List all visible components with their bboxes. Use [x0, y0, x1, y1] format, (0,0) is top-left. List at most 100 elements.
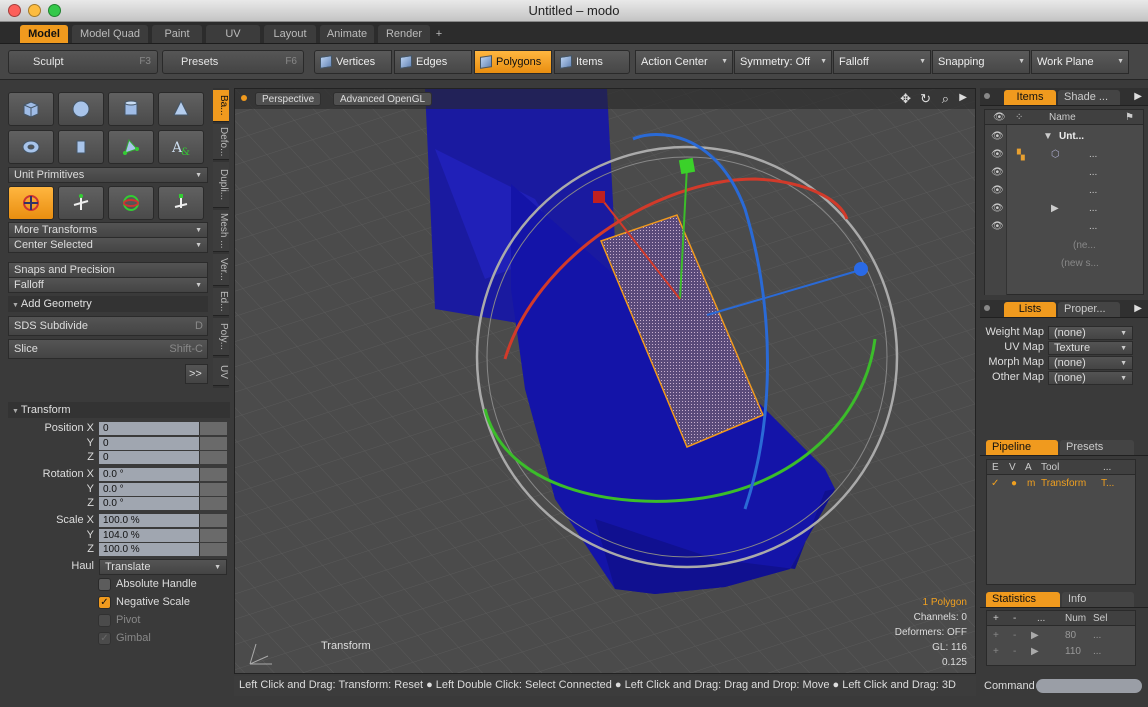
sculpt-button[interactable]: Sculpt F3: [8, 50, 158, 74]
position-z-stepper[interactable]: [199, 451, 227, 464]
haul-dropdown[interactable]: Translate: [99, 559, 227, 575]
snapping-dropdown[interactable]: Snapping: [932, 50, 1030, 74]
add-tab-button[interactable]: +: [432, 25, 446, 43]
stats-sel-header[interactable]: Sel: [1093, 613, 1107, 624]
zoom-icon[interactable]: ⌕: [942, 91, 949, 107]
tab-statistics[interactable]: Statistics: [986, 592, 1060, 607]
cube-primitive-button[interactable]: [8, 92, 54, 126]
work-plane-dropdown[interactable]: Work Plane: [1031, 50, 1129, 74]
tab-animate[interactable]: Animate: [320, 25, 374, 43]
snaps-precision-button[interactable]: Snaps and Precision: [8, 262, 208, 278]
unit-primitives-dropdown[interactable]: Unit Primitives: [8, 167, 208, 183]
viewport-expand-icon[interactable]: ▶: [959, 92, 967, 103]
rotate-view-icon[interactable]: ↻: [920, 91, 931, 107]
visibility-toggle-icon[interactable]: 👁: [991, 149, 1004, 160]
text-tool-button[interactable]: A &: [158, 130, 204, 164]
position-z-field[interactable]: 0: [99, 451, 199, 464]
tab-deform[interactable]: Defo...: [213, 124, 229, 160]
shading-mode-button[interactable]: Advanced OpenGL: [333, 92, 433, 106]
tab-pipeline-presets[interactable]: Presets: [1060, 440, 1134, 455]
visible-column-header[interactable]: V: [1009, 462, 1016, 473]
stats-num-header[interactable]: Num: [1065, 613, 1086, 624]
tab-items[interactable]: Items: [1004, 90, 1056, 105]
camera-item[interactable]: ...: [1089, 185, 1097, 196]
scene-item[interactable]: Unt...: [1059, 131, 1084, 142]
tab-shade[interactable]: Shade ...: [1058, 90, 1120, 105]
perspective-view-button[interactable]: Perspective: [255, 92, 322, 106]
visibility-toggle-icon[interactable]: 👁: [991, 131, 1004, 142]
camera-item[interactable]: ...: [1089, 167, 1097, 178]
falloff-left-dropdown[interactable]: Falloff: [8, 277, 208, 293]
add-geometry-header[interactable]: Add Geometry: [8, 296, 208, 312]
sds-subdivide-button[interactable]: SDS Subdivide D: [8, 316, 208, 336]
more-transforms-dropdown[interactable]: More Transforms: [8, 222, 208, 238]
stats-remove-icon[interactable]: -: [1013, 646, 1016, 657]
presets-button[interactable]: Presets F6: [162, 50, 304, 74]
position-x-stepper[interactable]: [199, 422, 227, 435]
morph-map-dropdown[interactable]: (none): [1048, 356, 1133, 370]
rotation-y-field[interactable]: 0.0 °: [99, 483, 199, 496]
sphere-primitive-button[interactable]: [58, 92, 104, 126]
tab-uv[interactable]: UV: [206, 25, 260, 43]
scale-z-stepper[interactable]: [199, 543, 227, 556]
tab-edge[interactable]: Ed...: [213, 288, 229, 316]
name-column-header[interactable]: Name: [1049, 112, 1076, 123]
capsule-primitive-button[interactable]: [58, 130, 104, 164]
pivot-checkbox[interactable]: [98, 614, 111, 627]
expand-arrow-icon[interactable]: ▼: [1043, 131, 1053, 142]
z-axis-sphere[interactable]: [854, 262, 868, 276]
scale-y-stepper[interactable]: [199, 529, 227, 542]
stats-type-header[interactable]: ...: [1037, 613, 1045, 624]
scale-y-field[interactable]: 104.0 %: [99, 529, 199, 542]
stats-add-header[interactable]: +: [993, 613, 999, 624]
negative-scale-checkbox[interactable]: ✓: [98, 596, 111, 609]
symmetry-dropdown[interactable]: Symmetry: Off: [734, 50, 832, 74]
tab-model[interactable]: Model: [20, 25, 68, 43]
transform-header[interactable]: Transform: [8, 402, 230, 418]
visible-dot-icon[interactable]: ●: [1011, 478, 1017, 489]
absolute-handle-checkbox[interactable]: [98, 578, 111, 591]
tab-uv-tools[interactable]: UV: [213, 358, 229, 386]
lists-panel-menu-dot[interactable]: [984, 305, 990, 311]
edges-mode-button[interactable]: Edges: [394, 50, 472, 74]
other-map-dropdown[interactable]: (none): [1048, 371, 1133, 385]
visibility-toggle-icon[interactable]: 👁: [991, 221, 1004, 232]
weight-map-dropdown[interactable]: (none): [1048, 326, 1133, 340]
position-x-field[interactable]: 0: [99, 422, 199, 435]
y-axis-cube[interactable]: [678, 157, 696, 175]
tab-info[interactable]: Info: [1062, 592, 1134, 607]
falloff-dropdown[interactable]: Falloff: [833, 50, 931, 74]
tab-properties[interactable]: Proper...: [1058, 302, 1120, 317]
enable-check-icon[interactable]: ✓: [991, 478, 999, 489]
tab-duplicate[interactable]: Dupli...: [213, 162, 229, 208]
enable-column-header[interactable]: E: [992, 462, 999, 473]
pen-tool-button[interactable]: [108, 130, 154, 164]
tab-layout[interactable]: Layout: [264, 25, 316, 43]
tool-column-header[interactable]: Tool: [1041, 462, 1059, 473]
scale-x-stepper[interactable]: [199, 514, 227, 527]
pipeline-tool-name[interactable]: Transform: [1041, 478, 1086, 489]
stats-remove-icon[interactable]: -: [1013, 630, 1016, 641]
light-item[interactable]: ...: [1089, 221, 1097, 232]
cone-primitive-button[interactable]: [158, 92, 204, 126]
x-axis-cube[interactable]: [593, 191, 605, 203]
slice-button[interactable]: Slice Shift-C: [8, 339, 208, 359]
expand-arrow-icon[interactable]: ▶: [1031, 630, 1039, 641]
scale-z-field[interactable]: 100.0 %: [99, 543, 199, 556]
rotation-y-stepper[interactable]: [199, 483, 227, 496]
stats-add-icon[interactable]: +: [993, 646, 999, 657]
tab-lists[interactable]: Lists: [1004, 302, 1056, 317]
rotate-tool-button[interactable]: [108, 186, 154, 220]
tab-polygon[interactable]: Poly...: [213, 318, 229, 356]
position-y-field[interactable]: 0: [99, 437, 199, 450]
new-group-row[interactable]: (new s...: [1061, 258, 1099, 269]
action-center-dropdown[interactable]: Action Center: [635, 50, 733, 74]
vertices-mode-button[interactable]: Vertices: [314, 50, 392, 74]
uv-map-dropdown[interactable]: Texture: [1048, 341, 1133, 355]
minimize-window-button[interactable]: [28, 4, 41, 17]
expand-arrow-icon[interactable]: ▶: [1051, 203, 1059, 214]
rotation-z-stepper[interactable]: [199, 497, 227, 510]
tab-model-quad[interactable]: Model Quad: [72, 25, 148, 43]
scale-tool-button[interactable]: [158, 186, 204, 220]
polygons-mode-button[interactable]: Polygons: [474, 50, 552, 74]
